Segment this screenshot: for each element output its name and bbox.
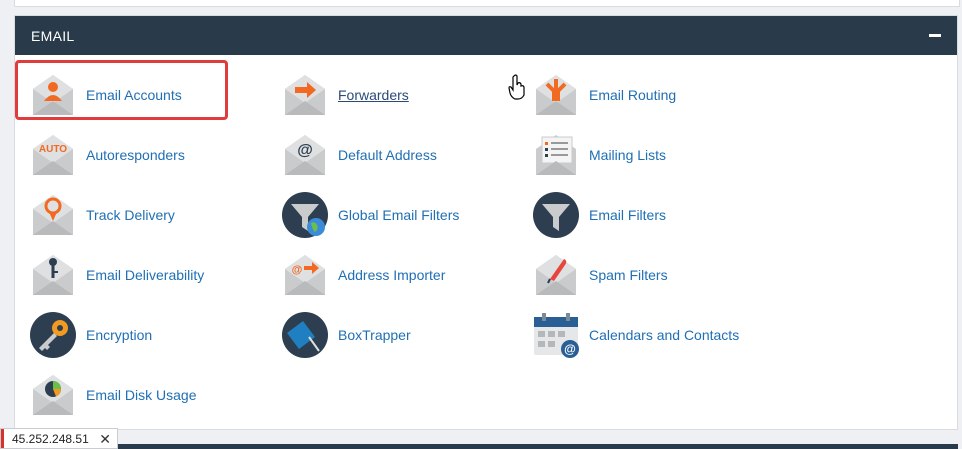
boxtrapper-icon bbox=[282, 312, 328, 358]
default-address-link[interactable]: @ Default Address bbox=[281, 130, 437, 180]
email-accounts-link[interactable]: Email Accounts bbox=[29, 70, 182, 120]
item-label: Address Importer bbox=[338, 267, 446, 283]
item-label: Email Deliverability bbox=[86, 267, 205, 283]
item-label: Email Disk Usage bbox=[86, 387, 197, 403]
status-indicator bbox=[1, 429, 4, 448]
svg-text:@: @ bbox=[297, 142, 313, 159]
track-delivery-icon bbox=[33, 195, 73, 235]
item-label: Spam Filters bbox=[589, 267, 668, 283]
next-panel-header bbox=[118, 444, 958, 449]
default-address-icon: @ bbox=[285, 135, 325, 175]
item-label: Default Address bbox=[338, 147, 437, 163]
address-importer-link[interactable]: @ Address Importer bbox=[281, 250, 445, 300]
item-label: BoxTrapper bbox=[338, 327, 411, 343]
item-label: Calendars and Contacts bbox=[589, 327, 740, 343]
spam-filters-icon bbox=[536, 255, 576, 295]
global-email-filters-link[interactable]: Global Email Filters bbox=[281, 190, 459, 240]
spam-filters-link[interactable]: Spam Filters bbox=[532, 250, 668, 300]
email-disk-usage-link[interactable]: Email Disk Usage bbox=[29, 370, 196, 420]
calendars-contacts-link[interactable]: @ Calendars and Contacts bbox=[532, 310, 739, 360]
global-email-filters-icon bbox=[282, 192, 328, 238]
svg-text:AUTO: AUTO bbox=[39, 144, 67, 155]
email-filters-icon bbox=[533, 192, 579, 238]
email-section-header[interactable]: EMAIL bbox=[15, 16, 957, 55]
boxtrapper-link[interactable]: BoxTrapper bbox=[281, 310, 411, 360]
item-label: Global Email Filters bbox=[338, 207, 460, 223]
encryption-icon bbox=[30, 312, 76, 358]
ip-address-text: 45.252.248.51 bbox=[12, 431, 89, 446]
item-label: Forwarders bbox=[338, 87, 409, 103]
forwarders-icon bbox=[285, 75, 325, 115]
mailing-lists-icon bbox=[536, 135, 576, 175]
address-importer-icon: @ bbox=[285, 255, 325, 295]
email-deliverability-icon bbox=[33, 255, 73, 295]
autoresponders-icon: AUTO bbox=[33, 135, 73, 175]
section-title: EMAIL bbox=[31, 28, 75, 44]
hand-cursor-icon bbox=[508, 74, 525, 100]
item-label: Email Filters bbox=[589, 207, 667, 223]
mailing-lists-link[interactable]: Mailing Lists bbox=[532, 130, 666, 180]
item-label: Encryption bbox=[86, 327, 153, 343]
email-deliverability-link[interactable]: Email Deliverability bbox=[29, 250, 204, 300]
encryption-link[interactable]: Encryption bbox=[29, 310, 152, 360]
email-section-panel: EMAIL Email Accounts Forwarders Email Ro… bbox=[14, 15, 958, 430]
track-delivery-link[interactable]: Track Delivery bbox=[29, 190, 175, 240]
collapse-minus-icon[interactable] bbox=[927, 28, 943, 44]
item-label: Mailing Lists bbox=[589, 147, 667, 163]
forwarders-link[interactable]: Forwarders bbox=[281, 70, 409, 120]
previous-panel-bottom bbox=[14, 0, 960, 7]
email-routing-link[interactable]: Email Routing bbox=[532, 70, 676, 120]
status-url-bar: 45.252.248.51 ✕ bbox=[0, 428, 118, 449]
close-icon[interactable]: ✕ bbox=[99, 431, 111, 448]
item-label: Email Routing bbox=[589, 87, 677, 103]
email-filters-link[interactable]: Email Filters bbox=[532, 190, 666, 240]
item-label: Email Accounts bbox=[86, 87, 182, 103]
item-label: Autoresponders bbox=[86, 147, 185, 163]
calendars-contacts-icon: @ bbox=[534, 313, 579, 358]
email-routing-icon bbox=[536, 75, 576, 115]
email-accounts-icon bbox=[33, 75, 73, 115]
svg-text:@: @ bbox=[564, 342, 576, 356]
item-label: Track Delivery bbox=[86, 207, 175, 223]
email-disk-usage-icon bbox=[33, 375, 73, 415]
autoresponders-link[interactable]: AUTO Autoresponders bbox=[29, 130, 185, 180]
svg-text:@: @ bbox=[292, 264, 303, 276]
